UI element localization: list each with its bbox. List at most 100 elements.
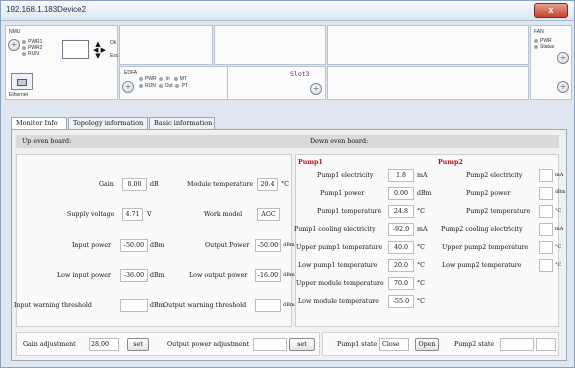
led-out: Out: [158, 83, 173, 89]
tab-topology-information[interactable]: Topology information: [68, 117, 148, 129]
pump1-cooling-label: Pump1 cooling electricity: [294, 226, 376, 233]
gain-set-button[interactable]: set: [127, 338, 149, 351]
input-warning-label: Input warning threshold: [14, 302, 92, 309]
pump2-power-label: Pump2 power: [466, 190, 511, 197]
input-power-unit: dBm: [150, 242, 165, 249]
supply-voltage-value: 4.71: [122, 208, 143, 221]
pump2-temperature-value: [539, 205, 553, 218]
module-temp-label: Module temperature: [187, 181, 254, 188]
output-warning-label: Output warning threshold: [163, 302, 247, 309]
lcd-display: [62, 40, 89, 59]
pump2-cooling-value: [539, 223, 553, 236]
fan-leds: PWR Status: [534, 38, 554, 50]
pump1-electricity-value: 1.8: [388, 169, 414, 182]
led-run: RUN: [22, 51, 42, 57]
empty-slot-1: [119, 25, 213, 65]
low-module-temp-label: Low module temperature: [298, 298, 380, 305]
output-power-adjustment-label: Output power adjustment: [167, 341, 250, 348]
pump2-electricity-value: [539, 169, 553, 182]
nmu-title: NMU: [9, 29, 21, 35]
slot3-label: Slot3: [290, 70, 310, 78]
pump1-electricity-label: Pump1 electricity: [317, 172, 374, 179]
gain-value: 0.00: [122, 178, 147, 191]
edfa-title: EDFA: [124, 70, 138, 76]
low-module-temp-unit: °C: [417, 298, 425, 305]
pump2-electricity-unit: mA: [555, 172, 564, 178]
low-input-power-label: Low input power: [57, 272, 112, 279]
up-board-title: Up even board:: [22, 138, 72, 145]
led-run: RUN: [139, 83, 156, 89]
low-input-power-value: -36.00: [120, 269, 148, 282]
upper-module-temp-label: Upper module temperature: [296, 280, 384, 287]
device-window: 192.168.1.183Device2 x NMU + PWR1 PWR2 R…: [0, 0, 575, 368]
pump1-power-unit: dBm: [417, 190, 432, 197]
nmu-leds: PWR1 PWR2 RUN: [22, 39, 42, 57]
empty-slot-4: [327, 66, 529, 100]
nmu-panel: NMU + PWR1 PWR2 RUN ▲ ◀ ▶ ▼ Ok Esc Ethern…: [5, 25, 118, 100]
pump1-temperature-value: 24.8: [388, 205, 414, 218]
down-board-title: Down even board:: [310, 138, 369, 145]
output-warning-unit: dBm: [283, 302, 295, 308]
low-output-power-value: -16.00: [255, 269, 281, 282]
pump2-open-button[interactable]: [536, 338, 556, 351]
nav-arrows-icon[interactable]: ▲ ◀ ▶ ▼: [93, 41, 106, 60]
supply-voltage-label: Supply voltage: [67, 211, 115, 218]
input-warning-input[interactable]: [120, 299, 148, 312]
pump2-title: Pump2: [438, 159, 463, 166]
output-power-set-button[interactable]: set: [289, 338, 315, 351]
output-power-value: -50.00: [255, 239, 281, 252]
pump2-power-unit: dBm: [555, 190, 566, 195]
pump1-state-value: Close: [379, 338, 409, 351]
output-warning-input[interactable]: [255, 299, 281, 312]
up-board-box: Gain 0.00 dB Module temperature 20.4 °C …: [14, 154, 295, 327]
empty-slot-3: [327, 25, 529, 65]
tab-basic-information[interactable]: Basic information: [149, 117, 215, 129]
upper-pump2-temp-label: Upper pump2 temperature: [442, 244, 529, 251]
window-title: 192.168.1.183Device2: [6, 5, 87, 14]
input-power-value: -50.00: [120, 239, 148, 252]
work-model-value: AGC: [257, 208, 280, 221]
low-output-power-unit: dBm: [283, 272, 295, 278]
output-power-adjustment-input[interactable]: [253, 338, 287, 351]
low-pump2-temp-value: [539, 259, 553, 272]
upper-pump1-temp-value: 40.0: [388, 241, 414, 254]
slot3-plus-icon[interactable]: +: [310, 83, 322, 95]
pump1-electricity-unit: mA: [417, 172, 428, 179]
gain-adjustment-input[interactable]: 28.00: [89, 338, 119, 351]
output-power-label: Output Power: [205, 242, 250, 249]
led-icon: [22, 45, 26, 50]
empty-slot-2: [214, 25, 326, 65]
fan-plus-icon[interactable]: +: [557, 52, 569, 64]
supply-voltage-unit: V: [147, 211, 152, 218]
work-model-label: Work model: [204, 211, 243, 218]
board-header: Up even board: Down even board:: [16, 135, 559, 148]
upper-pump1-temp-label: Upper pump1 temperature: [296, 244, 383, 251]
low-pump2-temp-unit: °C: [555, 262, 562, 268]
upper-pump2-temp-value: [539, 241, 553, 254]
low-pump1-temp-unit: °C: [417, 262, 425, 269]
close-button[interactable]: x: [534, 3, 568, 18]
upper-pump2-temp-unit: °C: [555, 244, 562, 250]
low-pump1-temp-label: Low pump1 temperature: [298, 262, 378, 269]
edfa-leds: PWR In MT RUN Out PT: [139, 76, 188, 90]
pump1-cooling-unit: mA: [417, 226, 428, 233]
upper-pump1-temp-unit: °C: [417, 244, 425, 251]
pump2-temperature-unit: °C: [555, 208, 562, 214]
led-icon: [22, 51, 26, 56]
upper-module-temp-unit: °C: [417, 280, 425, 287]
esc-button[interactable]: Esc: [110, 53, 118, 59]
pump1-power-value: 0.00: [388, 187, 414, 200]
pump1-temperature-label: Pump1 temperature: [317, 208, 382, 215]
ok-button[interactable]: Ok: [110, 40, 116, 46]
fan-plus-icon-2[interactable]: +: [557, 81, 569, 93]
pump1-power-label: Pump1 power: [320, 190, 365, 197]
edfa-plus-icon[interactable]: +: [122, 81, 134, 93]
pump1-temperature-unit: °C: [417, 208, 425, 215]
nmu-plus-icon[interactable]: +: [8, 39, 20, 51]
low-pump1-temp-value: 20.0: [388, 259, 414, 272]
pump1-open-button[interactable]: Open: [415, 338, 439, 351]
pump2-cooling-label: Pump2 cooling electricity: [441, 226, 523, 233]
gain-label: Gain: [99, 181, 114, 188]
gain-adjustment-label: Gain adjustment: [23, 341, 76, 348]
adjustment-bar: Gain adjustment 28.00 set Output power a…: [16, 332, 320, 356]
